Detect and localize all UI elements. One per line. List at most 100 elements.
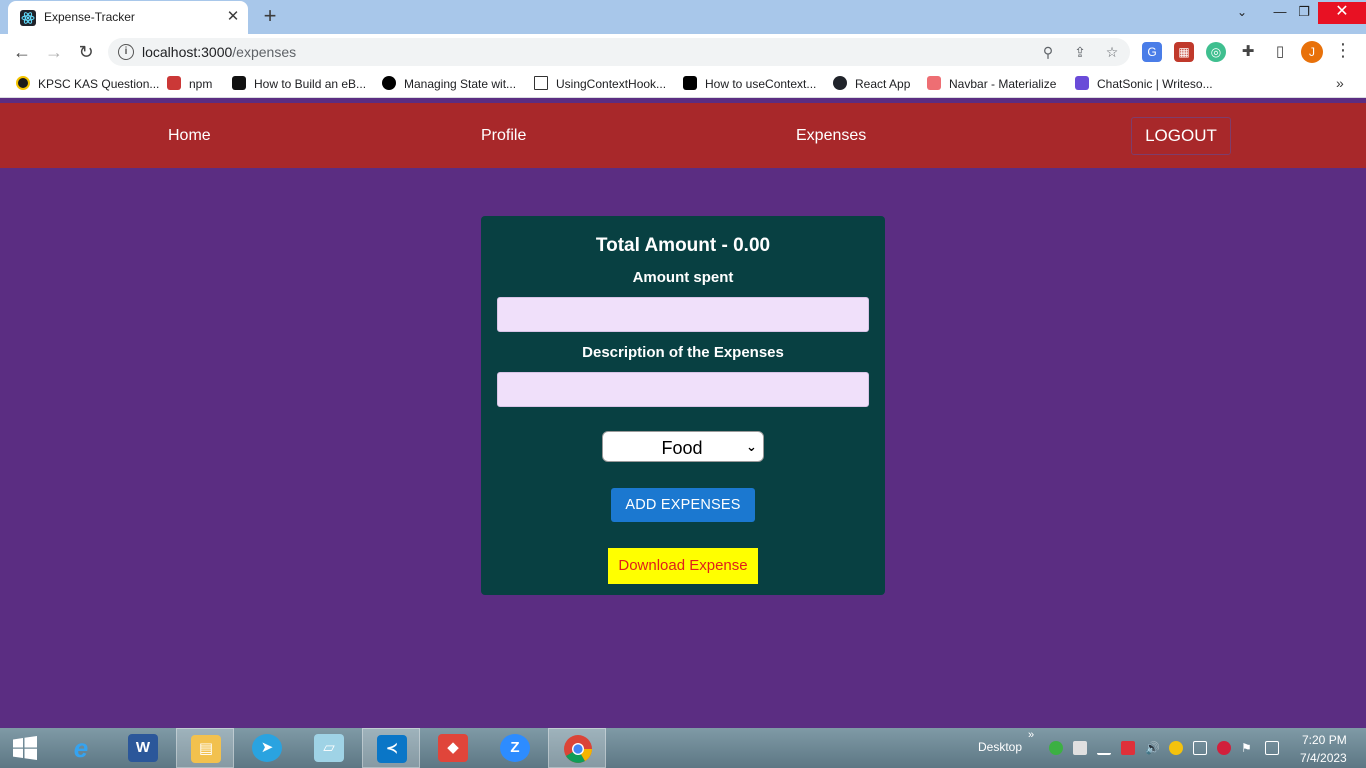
bookmark-label: React App	[855, 77, 911, 91]
start-button[interactable]	[0, 728, 58, 768]
bookmark-item[interactable]: How to Build an eB...	[232, 76, 366, 92]
bookmark-label: ChatSonic | Writeso...	[1097, 77, 1213, 91]
extensions-puzzle-icon[interactable]: ✚	[1238, 42, 1258, 62]
vscode-icon: ≺	[377, 735, 407, 763]
nav-home-link[interactable]: Home	[168, 127, 211, 145]
browser-menu-icon[interactable]: ⋮	[1334, 40, 1352, 61]
taskbar-internet-explorer[interactable]: e	[52, 728, 110, 768]
bookmark-label: How to Build an eB...	[254, 77, 367, 91]
taskbar-word[interactable]: W	[114, 728, 172, 768]
nav-profile-link[interactable]: Profile	[481, 127, 526, 145]
address-bar[interactable]: i localhost:3000/expenses ⚲ ⇪ ☆	[108, 38, 1130, 66]
bookmark-item[interactable]: KPSC KAS Question...	[16, 76, 159, 92]
bookmark-item[interactable]: How to useContext...	[683, 76, 816, 92]
taskbar-vscode[interactable]: ≺	[362, 728, 420, 768]
clock-date[interactable]: 7/4/2023	[1300, 751, 1347, 765]
back-button[interactable]: ←	[10, 40, 34, 64]
description-label: Description of the Expenses	[582, 344, 784, 361]
site-info-icon[interactable]: i	[118, 44, 134, 60]
taskbar-notepad[interactable]: ▱	[300, 728, 358, 768]
bookmark-item[interactable]: UsingContextHook...	[534, 76, 666, 92]
network-signal-icon[interactable]	[1097, 741, 1111, 755]
bookmark-label: How to useContext...	[705, 77, 817, 91]
browser-toolbar: ← → ↻ i localhost:3000/expenses ⚲ ⇪ ☆ G …	[0, 34, 1366, 70]
bookmark-item[interactable]: Navbar - Materialize	[927, 76, 1056, 92]
restore-button[interactable]: ❐	[1290, 2, 1318, 24]
tray-drive-icon[interactable]	[1073, 741, 1087, 755]
file-explorer-icon: ▤	[191, 735, 221, 763]
new-tab-button[interactable]: +	[258, 5, 282, 29]
add-expenses-button[interactable]: ADD EXPENSES	[611, 488, 755, 522]
git-icon: ◆	[438, 734, 468, 762]
windows-logo-icon	[12, 736, 38, 760]
tray-device-icon[interactable]	[1265, 741, 1279, 755]
tab-search-chevron-icon[interactable]: ⌄	[1228, 2, 1256, 24]
taskbar-git[interactable]: ◆	[424, 728, 482, 768]
url-text[interactable]: localhost:3000/expenses	[142, 44, 296, 60]
taskbar-telegram[interactable]: ➤	[238, 728, 296, 768]
bookmark-item[interactable]: npm	[167, 76, 212, 92]
amount-input[interactable]	[497, 297, 869, 332]
materialize-icon	[927, 76, 941, 90]
tray-keyboard-icon[interactable]	[1193, 741, 1207, 755]
zoom-icon[interactable]: ⚲	[1038, 42, 1058, 62]
bookmark-item[interactable]: React App	[833, 76, 910, 92]
bookmark-item[interactable]: Managing State wit...	[382, 76, 516, 92]
volume-icon[interactable]: 🔊	[1145, 741, 1160, 755]
bookmark-item[interactable]: ChatSonic | Writeso...	[1075, 76, 1213, 92]
browser-tabstrip: Expense-Tracker ✕ + ⌄ — ❐ ✕	[0, 0, 1366, 34]
url-host: localhost:3000	[142, 44, 233, 60]
chatsonic-icon	[1075, 76, 1089, 90]
expense-form-card: Total Amount - 0.00 Amount spent Descrip…	[481, 216, 885, 595]
tray-antivirus-icon[interactable]	[1217, 741, 1231, 755]
category-selected-value: Food	[661, 438, 703, 458]
windows-taskbar: e W ▤ ➤ ▱ ≺ ◆ Z Desktop » 🔊 ⚑ 7:20 PM 7/…	[0, 728, 1366, 768]
tray-app-icon[interactable]	[1121, 741, 1135, 755]
bookmark-favicon-icon	[16, 76, 30, 90]
browser-tab[interactable]: Expense-Tracker ✕	[8, 1, 248, 34]
react-icon	[833, 76, 847, 90]
download-expense-button[interactable]: Download Expense	[608, 548, 758, 584]
zoom-app-icon: Z	[500, 734, 530, 762]
logout-button[interactable]: LOGOUT	[1131, 117, 1231, 155]
tab-title: Expense-Tracker	[44, 10, 135, 24]
notepad-icon: ▱	[314, 734, 344, 762]
google-translate-extension-icon[interactable]: G	[1142, 42, 1162, 62]
medium-icon	[382, 76, 396, 90]
amount-label: Amount spent	[632, 269, 734, 286]
taskbar-file-explorer[interactable]: ▤	[176, 728, 234, 768]
extension-circle-icon[interactable]: ◎	[1206, 42, 1226, 62]
forward-button[interactable]: →	[42, 40, 66, 64]
action-center-flag-icon[interactable]: ⚑	[1241, 741, 1255, 755]
share-icon[interactable]: ⇪	[1070, 42, 1090, 62]
taskbar-chrome[interactable]	[548, 728, 606, 768]
dev-to-icon	[683, 76, 697, 90]
close-window-button[interactable]: ✕	[1318, 2, 1366, 24]
chrome-icon	[563, 734, 593, 764]
internet-explorer-icon: e	[73, 733, 89, 763]
url-path: /expenses	[232, 44, 297, 60]
side-panel-icon[interactable]: ▯	[1270, 42, 1290, 62]
bookmark-label: KPSC KAS Question...	[38, 77, 160, 91]
reload-button[interactable]: ↻	[74, 40, 98, 64]
nav-expenses-link[interactable]: Expenses	[796, 127, 866, 145]
word-icon: W	[128, 734, 158, 762]
tray-sync-icon[interactable]	[1169, 741, 1183, 755]
tray-shield-icon[interactable]	[1049, 741, 1063, 755]
profile-avatar[interactable]: J	[1301, 41, 1323, 63]
category-select[interactable]: Food ⌄	[602, 431, 764, 462]
bookmark-label: npm	[189, 77, 213, 91]
description-input[interactable]	[497, 372, 869, 407]
clock-time[interactable]: 7:20 PM	[1302, 733, 1347, 747]
total-amount: Total Amount - 0.00	[595, 235, 771, 256]
taskbar-zoom[interactable]: Z	[486, 728, 544, 768]
chevron-down-icon: ⌄	[746, 439, 757, 454]
tab-close-icon[interactable]: ✕	[224, 8, 242, 26]
toolbar-overflow-icon[interactable]: »	[1028, 729, 1034, 741]
extension-icon[interactable]: ▦	[1174, 42, 1194, 62]
app-navbar: Home Profile Expenses LOGOUT	[0, 103, 1366, 168]
bookmarks-overflow-icon[interactable]: »	[1336, 75, 1344, 91]
bookmark-star-icon[interactable]: ☆	[1102, 42, 1122, 62]
desktop-toolbar-label[interactable]: Desktop	[978, 740, 1022, 754]
bookmarks-bar: KPSC KAS Question... npm How to Build an…	[0, 70, 1366, 98]
